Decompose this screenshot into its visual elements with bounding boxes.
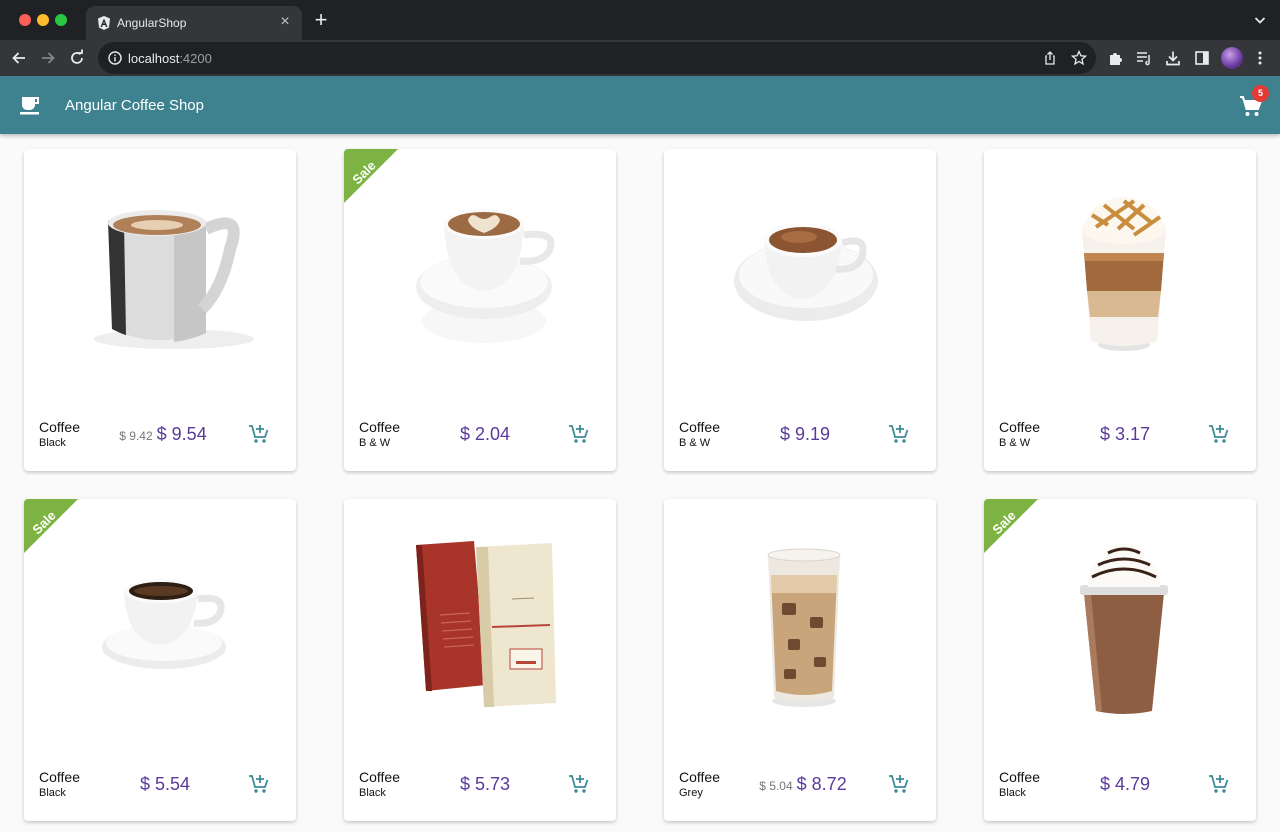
product-price: $ 5.73 (459, 774, 511, 794)
price-box: $ 5.04 $ 8.72 (756, 774, 850, 796)
product-variant: B & W (359, 437, 391, 449)
download-icon[interactable] (1165, 50, 1181, 66)
price-box: $ 3.17 (1076, 424, 1170, 446)
browser-tab[interactable]: AngularShop × (86, 6, 302, 40)
product-card[interactable]: Sale Coffee B & W $ 2.04 (344, 149, 616, 471)
app-title[interactable]: Angular Coffee Shop (65, 97, 204, 114)
add-to-cart-icon[interactable] (568, 773, 590, 795)
reading-list-icon[interactable] (1136, 50, 1152, 66)
url-host: localhost (128, 51, 180, 66)
product-name: Coffee (39, 419, 80, 435)
tab-close-icon[interactable]: × (276, 13, 294, 31)
share-icon[interactable] (1042, 50, 1058, 66)
sale-ribbon: Sale (24, 499, 78, 553)
product-card[interactable]: Sale Coffee Black $ 4.79 (984, 499, 1256, 821)
old-price: $ 9.42 (119, 429, 153, 443)
add-to-cart-icon[interactable] (248, 773, 270, 795)
product-price: $ 8.72 (796, 774, 847, 794)
latte-macchiato-glass-image (1082, 197, 1166, 351)
app-header: Angular Coffee Shop 5 (0, 76, 1280, 134)
angular-favicon-icon (96, 15, 112, 31)
product-price: $ 2.04 (459, 424, 511, 444)
back-arrow-icon[interactable] (9, 48, 29, 68)
add-to-cart-icon[interactable] (568, 423, 590, 445)
window-close-button[interactable] (19, 14, 31, 26)
product-price: $ 9.19 (779, 424, 831, 444)
window-minimize-button[interactable] (37, 14, 49, 26)
url-text[interactable]: localhost:4200 (128, 51, 212, 66)
browser-toolbar: localhost:4200 (0, 40, 1280, 76)
product-price: $ 4.79 (1099, 774, 1151, 794)
forward-arrow-icon[interactable] (38, 48, 58, 68)
product-card[interactable]: Coffee Grey $ 5.04 $ 8.72 (664, 499, 936, 821)
product-card[interactable]: Coffee Black $ 9.42 $ 9.54 (24, 149, 296, 471)
product-variant: Black (39, 437, 66, 449)
tab-title: AngularShop (117, 16, 187, 30)
product-variant: Grey (679, 787, 703, 799)
product-price: $ 9.54 (156, 424, 207, 444)
add-to-cart-icon[interactable] (248, 423, 270, 445)
tab-search-chevron-icon[interactable] (1252, 12, 1268, 28)
espresso-cup-image (734, 223, 878, 321)
product-name: Coffee (679, 419, 720, 435)
product-price: $ 5.54 (139, 774, 191, 794)
extensions-puzzle-icon[interactable] (1107, 50, 1123, 66)
profile-avatar[interactable] (1221, 47, 1243, 69)
site-info-icon[interactable] (107, 50, 123, 66)
price-box: $ 4.79 (1076, 774, 1170, 796)
add-to-cart-icon[interactable] (888, 423, 910, 445)
browser-menu-icon[interactable] (1252, 50, 1268, 66)
product-grid: Coffee Black $ 9.42 $ 9.54 Sale Coffee B… (24, 149, 1256, 821)
product-name: Coffee (359, 419, 400, 435)
window-maximize-button[interactable] (55, 14, 67, 26)
sale-ribbon: Sale (344, 149, 398, 203)
sale-ribbon: Sale (984, 499, 1038, 553)
product-name: Coffee (679, 769, 720, 785)
product-variant: Black (999, 787, 1026, 799)
add-to-cart-icon[interactable] (888, 773, 910, 795)
mug-latte-image (94, 210, 254, 349)
price-box: $ 9.42 $ 9.54 (116, 424, 210, 446)
old-price: $ 5.04 (759, 779, 793, 793)
add-to-cart-icon[interactable] (1208, 773, 1230, 795)
product-name: Coffee (359, 769, 400, 785)
product-card[interactable]: Sale Coffee Black $ 5.54 (24, 499, 296, 821)
product-variant: Black (359, 787, 386, 799)
product-name: Coffee (999, 419, 1040, 435)
iced-coffee-glass-image (767, 548, 841, 707)
price-box: $ 5.73 (436, 774, 530, 796)
product-card[interactable]: Coffee Black $ 5.73 (344, 499, 616, 821)
product-card[interactable]: Coffee B & W $ 9.19 (664, 149, 936, 471)
product-variant: B & W (999, 437, 1031, 449)
product-card[interactable]: Coffee B & W $ 3.17 (984, 149, 1256, 471)
cart-count-badge: 5 (1252, 85, 1269, 102)
reload-icon[interactable] (67, 48, 87, 68)
url-port: :4200 (179, 51, 212, 66)
product-variant: B & W (679, 437, 711, 449)
product-variant: Black (39, 787, 66, 799)
address-bar[interactable]: localhost:4200 (98, 42, 1096, 74)
price-box: $ 5.54 (116, 774, 210, 796)
product-name: Coffee (39, 769, 80, 785)
product-name: Coffee (999, 769, 1040, 785)
coffee-bags-image (416, 541, 556, 707)
add-to-cart-icon[interactable] (1208, 423, 1230, 445)
bookmark-star-icon[interactable] (1070, 49, 1088, 66)
browser-titlebar: AngularShop × + (0, 0, 1280, 40)
price-box: $ 9.19 (756, 424, 850, 446)
new-tab-icon[interactable]: + (311, 9, 331, 31)
side-panel-icon[interactable] (1194, 50, 1210, 66)
coffee-cup-icon[interactable] (19, 95, 41, 117)
price-box: $ 2.04 (436, 424, 530, 446)
product-price: $ 3.17 (1099, 424, 1151, 444)
